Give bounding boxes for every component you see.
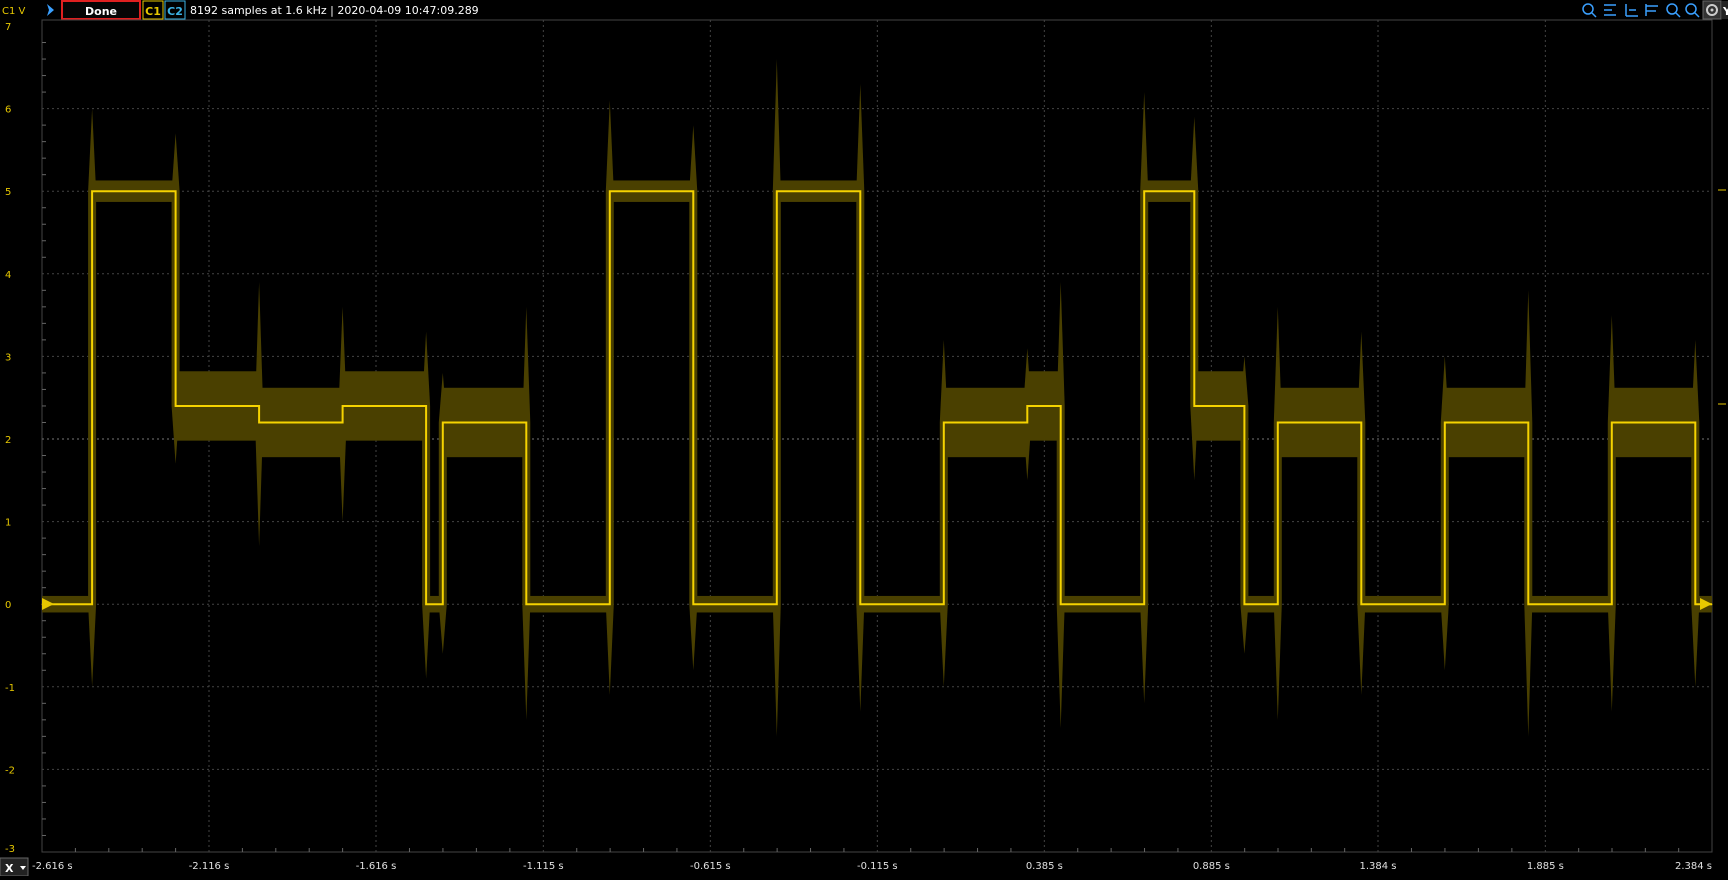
trace-point (425, 405, 427, 407)
trace-point (1026, 421, 1028, 423)
x-axis-button-label: X (5, 862, 14, 875)
trace-point (1360, 421, 1362, 423)
y-tick-label: -3 (5, 844, 15, 855)
y-tick-label: 0 (5, 600, 11, 611)
ch2-label: C2 (167, 5, 183, 18)
x-tick-label: 2.384 s (1675, 861, 1712, 872)
trace-point (692, 190, 694, 192)
x-tick-label: -0.615 s (690, 861, 731, 872)
trace-point (1193, 190, 1195, 192)
y-tick-label: 1 (5, 518, 11, 529)
trace-point (1527, 603, 1529, 605)
trace-point (525, 421, 527, 423)
y-tick-label: 2 (5, 435, 11, 446)
y-axis: 7 6 5 4 3 2 1 0 -1 -2 -3 (5, 22, 46, 855)
trace-point (442, 603, 444, 605)
trace-point (1193, 405, 1195, 407)
trace-point (1694, 421, 1696, 423)
oscilloscope-view: C1 V Done C1 C2 8192 samples at 1.6 kHz … (0, 0, 1728, 877)
trace-point (859, 190, 861, 192)
x-tick-label: 1.885 s (1527, 861, 1564, 872)
ch1-label: C1 (145, 5, 161, 18)
y-tick-label: -1 (5, 683, 15, 694)
settings-icon[interactable] (1702, 0, 1722, 20)
x-tick-label: -0.115 s (857, 861, 898, 872)
trace-point (609, 603, 611, 605)
trace-point (1060, 405, 1062, 407)
trace-point (1277, 421, 1279, 423)
y-tick-label: 5 (5, 187, 11, 198)
y-tick-label: 7 (5, 22, 11, 33)
trace-point (1060, 603, 1062, 605)
trace-point (1694, 603, 1696, 605)
x-tick-label: 0.385 s (1026, 861, 1063, 872)
trace-point (91, 603, 93, 605)
channel-unit-label: C1 V (2, 6, 26, 17)
x-tick-label: -2.616 s (32, 861, 73, 872)
trace-point (1360, 603, 1362, 605)
x-tick-label: 0.885 s (1193, 861, 1230, 872)
trace-point (91, 190, 93, 192)
trace-point (1444, 421, 1446, 423)
trace-point (776, 190, 778, 192)
scope-svg: C1 V Done C1 C2 8192 samples at 1.6 kHz … (0, 0, 1728, 877)
trace-point (1243, 603, 1245, 605)
trace-point (525, 603, 527, 605)
trace-point (1143, 190, 1145, 192)
trace-point (258, 421, 260, 423)
trace-point (609, 190, 611, 192)
x-tick-label: -1.115 s (523, 861, 564, 872)
y-tick-label: 4 (5, 270, 11, 281)
trace-point (1611, 421, 1613, 423)
trace-point (1026, 405, 1028, 407)
trace-point (1143, 603, 1145, 605)
trace-point (258, 405, 260, 407)
trace-point (175, 405, 177, 407)
y-tick-label: 6 (5, 105, 11, 116)
trace-point (692, 603, 694, 605)
trace-point (943, 421, 945, 423)
x-tick-label: -1.616 s (356, 861, 397, 872)
trace-point (425, 603, 427, 605)
y-button-label: Y (1722, 5, 1728, 18)
trace-point (442, 421, 444, 423)
x-tick-label: 1.384 s (1359, 861, 1396, 872)
trace-point (1611, 603, 1613, 605)
trace-point (342, 421, 344, 423)
acquisition-info: 8192 samples at 1.6 kHz | 2020-04-09 10:… (190, 4, 479, 17)
y-tick-label: 3 (5, 352, 11, 363)
trace-point (1277, 603, 1279, 605)
x-tick-label: -2.116 s (189, 861, 230, 872)
trace-point (175, 190, 177, 192)
trace-point (342, 405, 344, 407)
trace-point (859, 603, 861, 605)
status-text: Done (85, 5, 117, 18)
trace-point (1527, 421, 1529, 423)
trace-point (943, 603, 945, 605)
trace-point (1243, 405, 1245, 407)
y-tick-label: -2 (5, 765, 15, 776)
trace-point (776, 603, 778, 605)
trace-point (1444, 603, 1446, 605)
